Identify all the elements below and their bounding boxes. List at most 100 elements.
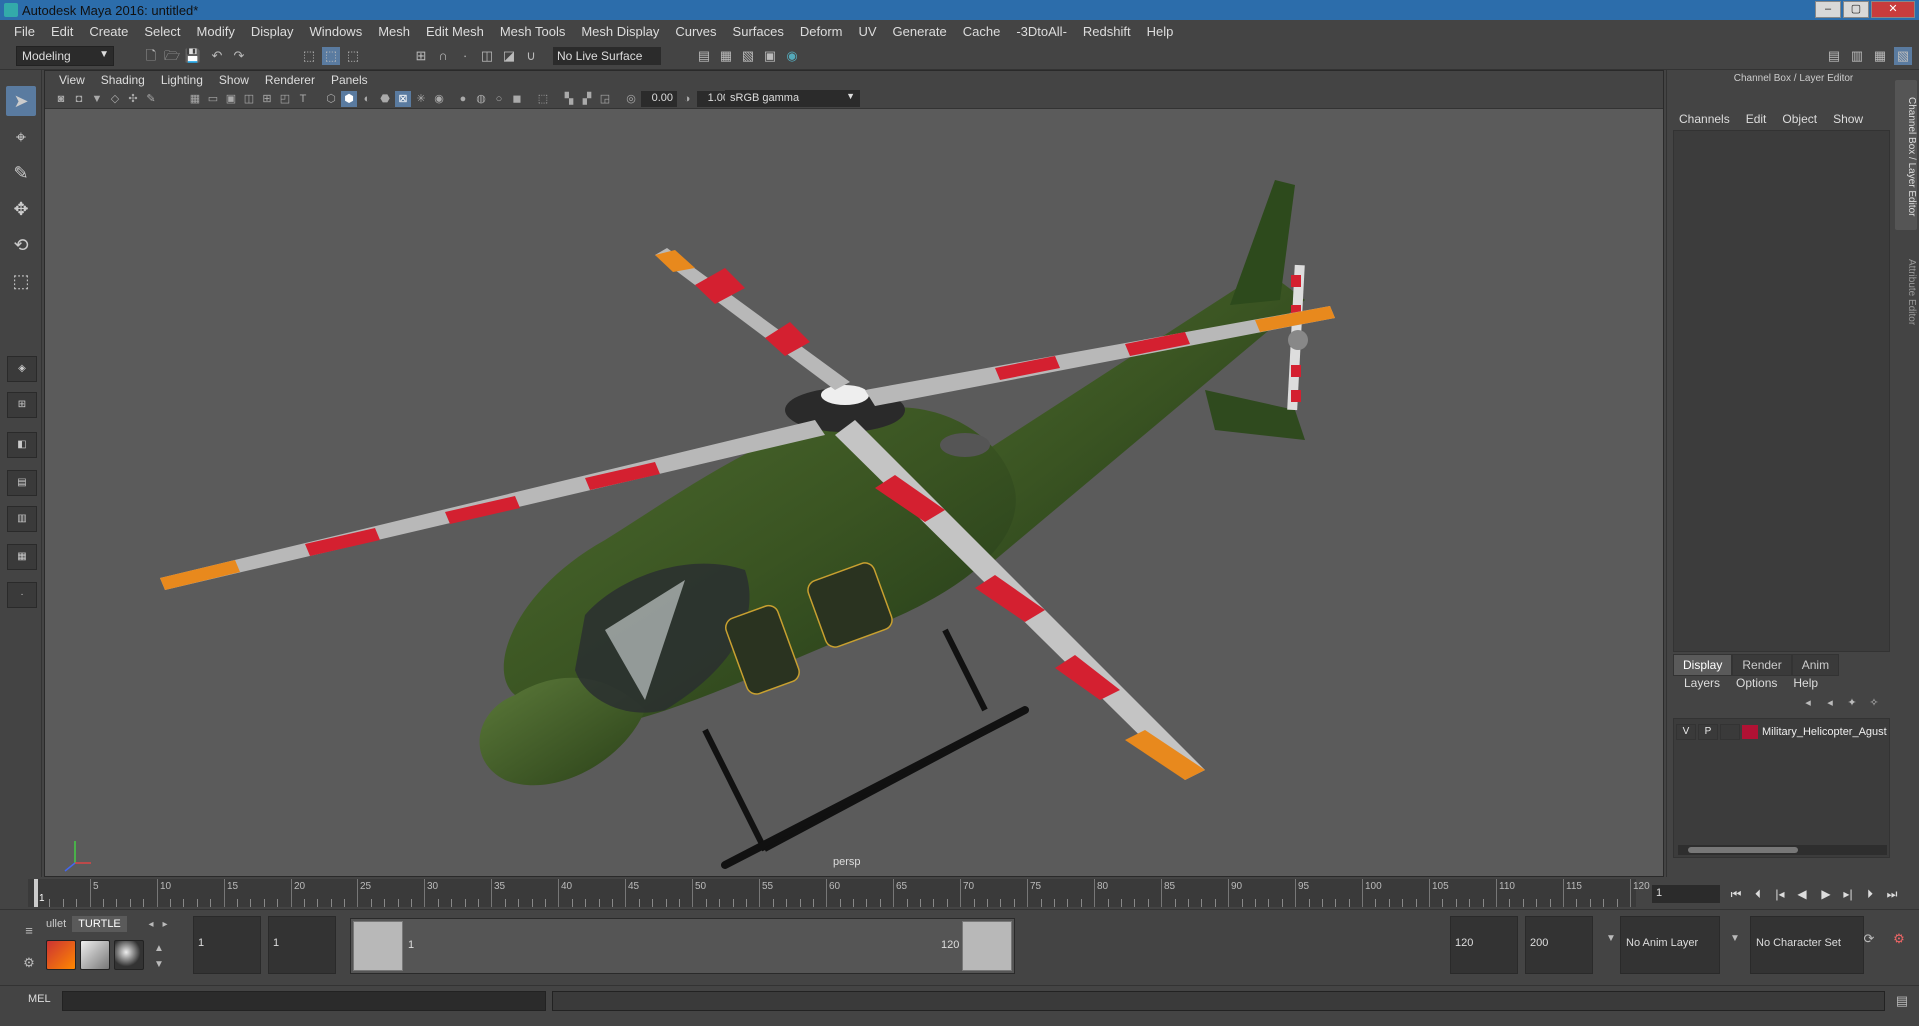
scrollbar-thumb[interactable] bbox=[1688, 847, 1798, 853]
select-object-icon[interactable]: ⬚ bbox=[322, 47, 340, 65]
menu-file[interactable]: File bbox=[6, 24, 43, 39]
shelf-tab-turtle[interactable]: TURTLE bbox=[72, 916, 127, 932]
render-frame-icon[interactable]: ▦ bbox=[717, 47, 735, 65]
new-layer-selected-icon[interactable]: ✧ bbox=[1865, 694, 1883, 712]
tab-anim[interactable]: Anim bbox=[1791, 654, 1840, 676]
bullet-shelf-icon[interactable] bbox=[46, 940, 76, 970]
viewport-menu-lighting[interactable]: Lighting bbox=[153, 73, 211, 87]
ambient-occlusion-icon[interactable]: ● bbox=[455, 91, 471, 107]
viewport-menu-view[interactable]: View bbox=[51, 73, 93, 87]
menu-redshift[interactable]: Redshift bbox=[1075, 24, 1139, 39]
field-chart-icon[interactable]: ⊞ bbox=[259, 91, 275, 107]
animation-end-field[interactable]: 200 bbox=[1525, 916, 1593, 974]
menu-generate[interactable]: Generate bbox=[885, 24, 955, 39]
range-end-handle[interactable] bbox=[962, 921, 1012, 971]
animation-start-field[interactable]: 1 bbox=[193, 916, 261, 974]
save-scene-icon[interactable]: 💾 bbox=[184, 47, 202, 65]
lights-icon[interactable]: ◐ bbox=[359, 91, 375, 107]
move-layer-down-icon[interactable]: ◂ bbox=[1821, 694, 1839, 712]
menu-3dtoall[interactable]: -3DtoAll- bbox=[1008, 24, 1075, 39]
two-pane-layout-icon[interactable]: ◧ bbox=[7, 432, 37, 458]
xray-joints-icon[interactable]: ▚ bbox=[561, 91, 577, 107]
select-hierarchy-icon[interactable]: ⬚ bbox=[300, 47, 318, 65]
snap-point-icon[interactable]: ∙ bbox=[456, 47, 474, 65]
depth-of-field-icon[interactable]: ◼ bbox=[509, 91, 525, 107]
outliner-layout-icon[interactable]: ▤ bbox=[7, 470, 37, 496]
viewport-menu-renderer[interactable]: Renderer bbox=[257, 73, 323, 87]
channel-box-area[interactable] bbox=[1673, 130, 1890, 652]
modeling-toolkit-icon[interactable]: ▤ bbox=[1825, 47, 1843, 65]
layer-row[interactable]: V P Military_Helicopter_Agust bbox=[1676, 723, 1887, 741]
channel-box-toggle-icon[interactable]: ▧ bbox=[1894, 47, 1912, 65]
character-set-dropdown[interactable]: No Character Set bbox=[1750, 916, 1864, 974]
undo-icon[interactable]: ↶ bbox=[208, 47, 226, 65]
channel-menu-show[interactable]: Show bbox=[1825, 112, 1871, 126]
time-slider-track[interactable]: 1 5 10 15 20 25 30 35 40 45 50 55 60 65 70 75 80 85 90 95 10… bbox=[28, 879, 1650, 907]
four-pane-layout-icon[interactable]: ⊞ bbox=[7, 392, 37, 418]
animation-prefs-icon[interactable]: ⚙ bbox=[1890, 930, 1908, 948]
viewport-menu-shading[interactable]: Shading bbox=[93, 73, 153, 87]
channel-menu-object[interactable]: Object bbox=[1774, 112, 1825, 126]
menu-display[interactable]: Display bbox=[243, 24, 302, 39]
tab-display[interactable]: Display bbox=[1673, 654, 1733, 676]
shadows-icon[interactable]: ◉ bbox=[431, 91, 447, 107]
attribute-editor-side-tab[interactable]: Attribute Editor bbox=[1895, 235, 1917, 345]
attribute-editor-toggle-icon[interactable]: ▥ bbox=[1848, 47, 1866, 65]
wireframe-icon[interactable]: ⬡ bbox=[323, 91, 339, 107]
new-layer-icon[interactable]: ✦ bbox=[1843, 694, 1861, 712]
lasso-tool-icon[interactable]: ⌖ bbox=[6, 122, 36, 152]
custom-layout-icon[interactable]: · bbox=[7, 582, 37, 608]
playback-end-field[interactable]: 120 bbox=[1450, 916, 1518, 974]
step-forward-frame-icon[interactable]: ▸| bbox=[1840, 886, 1856, 902]
go-to-start-icon[interactable]: ⏮ bbox=[1728, 886, 1744, 902]
live-surface-field[interactable]: No Live Surface bbox=[553, 47, 661, 65]
menu-edit[interactable]: Edit bbox=[43, 24, 81, 39]
range-start-handle[interactable] bbox=[353, 921, 403, 971]
gamma-icon[interactable]: ◑ bbox=[679, 91, 695, 107]
layer-menu-help[interactable]: Help bbox=[1786, 676, 1825, 690]
step-back-key-icon[interactable]: ⏴ bbox=[1750, 886, 1766, 902]
image-plane-icon[interactable]: ◇ bbox=[107, 91, 123, 107]
film-gate-icon[interactable]: ▭ bbox=[205, 91, 221, 107]
move-layer-up-icon[interactable]: ◂ bbox=[1799, 694, 1817, 712]
layer-playback-toggle[interactable]: P bbox=[1698, 724, 1718, 740]
current-time-marker[interactable] bbox=[34, 879, 38, 907]
play-backward-icon[interactable]: ◀ bbox=[1794, 886, 1810, 902]
snap-surface-icon[interactable]: ◪ bbox=[500, 47, 518, 65]
viewport-menu-show[interactable]: Show bbox=[211, 73, 257, 87]
auto-key-icon[interactable]: ⟳ bbox=[1860, 930, 1878, 948]
tab-render[interactable]: Render bbox=[1732, 654, 1792, 676]
snap-curve-icon[interactable]: ∩ bbox=[434, 47, 452, 65]
layer-visibility-toggle[interactable]: V bbox=[1676, 724, 1696, 740]
command-language-label[interactable]: MEL bbox=[28, 993, 51, 1005]
current-frame-field[interactable]: 1 bbox=[1652, 885, 1720, 903]
chevron-down-icon[interactable]: ▼ bbox=[1726, 930, 1744, 948]
gate-mask-icon[interactable]: ◫ bbox=[241, 91, 257, 107]
sphere-render-icon[interactable] bbox=[114, 940, 144, 970]
channel-menu-channels[interactable]: Channels bbox=[1671, 112, 1738, 126]
anim-layer-dropdown[interactable]: No Anim Layer bbox=[1620, 916, 1720, 974]
shelf-menu-icon[interactable]: ≡ bbox=[20, 922, 38, 940]
viewport-canvas[interactable]: persp bbox=[45, 110, 1663, 876]
menu-surfaces[interactable]: Surfaces bbox=[725, 24, 792, 39]
tool-settings-icon[interactable]: ▦ bbox=[1871, 47, 1889, 65]
menu-set-dropdown[interactable]: Modeling ▼ bbox=[16, 46, 114, 66]
shelf-scroll-down-icon[interactable]: ▼ bbox=[150, 956, 168, 974]
grease-pencil-icon[interactable]: ✎ bbox=[143, 91, 159, 107]
safe-title-icon[interactable]: T bbox=[295, 91, 311, 107]
isolate-select-icon[interactable]: ⬚ bbox=[535, 91, 551, 107]
exposure-icon[interactable]: ◎ bbox=[623, 91, 639, 107]
render-view-icon[interactable]: ▣ bbox=[761, 47, 779, 65]
xray-components-icon[interactable]: ▞ bbox=[579, 91, 595, 107]
snap-magnet-icon[interactable]: ∪ bbox=[522, 47, 540, 65]
menu-mesh[interactable]: Mesh bbox=[370, 24, 418, 39]
layer-menu-options[interactable]: Options bbox=[1729, 676, 1784, 690]
motion-blur-icon[interactable]: ◍ bbox=[473, 91, 489, 107]
new-scene-icon[interactable]: 🗋 bbox=[142, 47, 160, 65]
rotate-tool-icon[interactable]: ⟲ bbox=[6, 230, 36, 260]
paint-select-tool-icon[interactable]: ✎ bbox=[6, 158, 36, 188]
script-editor-icon[interactable]: ▤ bbox=[1893, 992, 1911, 1010]
channel-box-side-tab[interactable]: Channel Box / Layer Editor bbox=[1895, 80, 1917, 230]
menu-cache[interactable]: Cache bbox=[955, 24, 1009, 39]
snap-view-icon[interactable]: ◫ bbox=[478, 47, 496, 65]
